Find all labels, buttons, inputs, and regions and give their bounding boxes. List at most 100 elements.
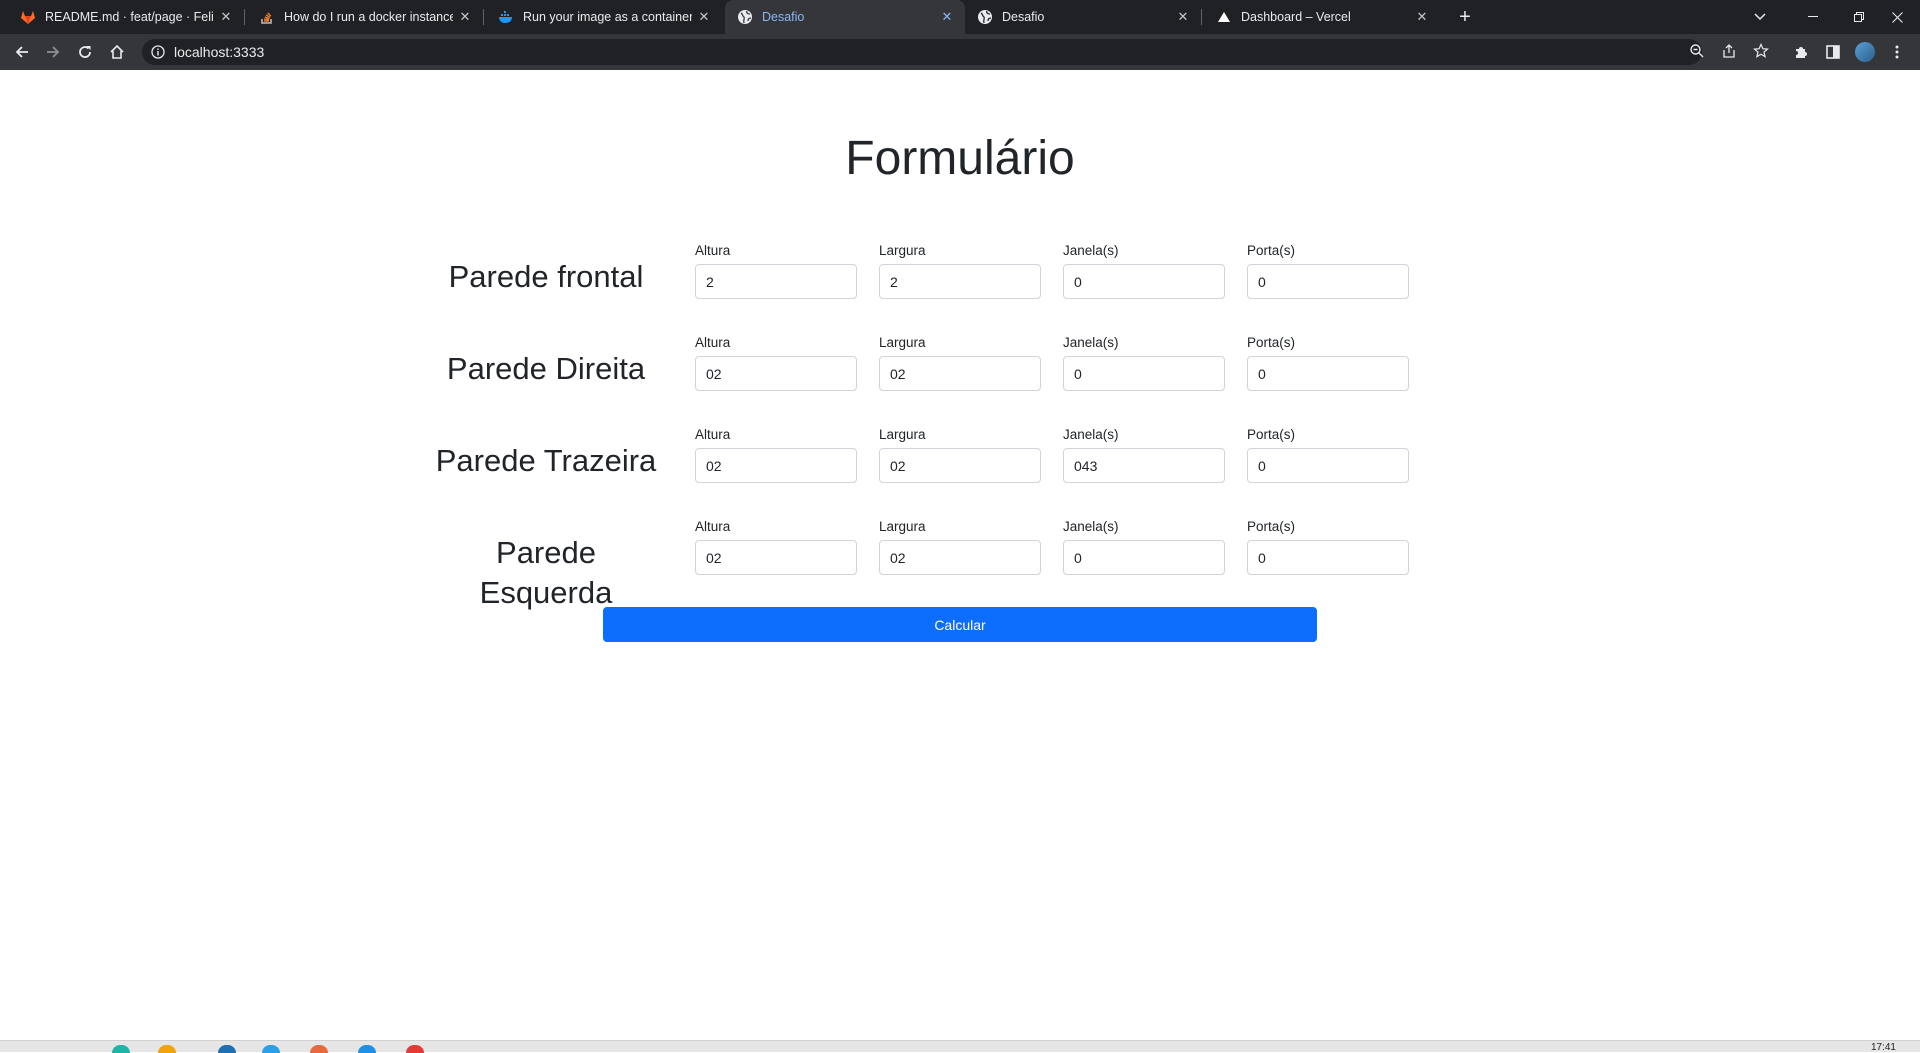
browser-tab[interactable]: README.md · feat/page · Felipe ✕ [8,0,245,34]
field-label: Largura [879,243,926,258]
close-icon[interactable]: ✕ [453,5,477,29]
wall-label-frontal: Parede frontal [448,259,644,294]
wall-label-direita: Parede Direita [446,351,646,386]
janelas-input[interactable] [1063,448,1225,483]
field-label: Porta(s) [1247,335,1296,350]
tab-title: How do I run a docker instance f [284,10,453,24]
address-bar[interactable]: localhost:3333 [142,39,1702,65]
field-label: Janela(s) [1063,427,1119,442]
altura-input[interactable] [695,540,857,575]
field-largura: Largura [879,242,1041,299]
calcular-button[interactable]: Calcular [603,607,1317,642]
field-altura: Altura [695,518,857,575]
browser-tabstrip: README.md · feat/page · Felipe ✕ How do … [0,0,1920,34]
browser-tab-active[interactable]: Desafio ✕ [725,0,965,34]
field-label: Altura [695,519,731,534]
tab-title: Desafio [1002,10,1045,24]
largura-input[interactable] [879,448,1041,483]
tab-title: README.md · feat/page · Felipe [45,10,214,24]
site-info-icon[interactable] [150,44,166,60]
field-label: Janela(s) [1063,519,1119,534]
browser-tab[interactable]: Run your image as a container | D ✕ [486,0,722,34]
field-label: Janela(s) [1063,335,1119,350]
portas-input[interactable] [1247,356,1409,391]
field-label: Largura [879,427,926,442]
new-tab-icon[interactable]: + [1450,0,1480,34]
close-icon[interactable]: ✕ [935,5,959,29]
tab-separator [1201,9,1202,25]
wall-label-trazeira: Parede Trazeira [435,443,657,478]
portas-input[interactable] [1247,264,1409,299]
field-portas: Porta(s) [1247,426,1409,483]
field-largura: Largura [879,426,1041,483]
browser-toolbar: localhost:3333 [0,34,1920,70]
field-janelas: Janela(s) [1063,334,1225,391]
minimize-icon[interactable] [1790,0,1836,34]
share-icon[interactable] [1717,39,1741,63]
taskbar-clock: 17:41 [1870,1042,1896,1053]
largura-input[interactable] [879,540,1041,575]
field-portas: Porta(s) [1247,518,1409,575]
vercel-icon [1216,9,1232,25]
janelas-input[interactable] [1063,264,1225,299]
browser-tab[interactable]: Desafio ✕ [965,0,1202,34]
globe-icon [737,9,753,25]
extensions-puzzle-icon[interactable] [1789,40,1813,64]
janelas-input[interactable] [1063,356,1225,391]
field-label: Porta(s) [1247,519,1296,534]
zoom-icon[interactable] [1685,39,1709,63]
field-altura: Altura [695,426,857,483]
side-panel-icon[interactable] [1821,40,1845,64]
field-largura: Largura [879,334,1041,391]
stackoverflow-icon [259,9,275,25]
browser-tab[interactable]: How do I run a docker instance f ✕ [247,0,484,34]
field-label: Largura [879,335,926,350]
close-window-icon[interactable] [1874,0,1920,34]
portas-input[interactable] [1247,448,1409,483]
close-icon[interactable]: ✕ [1410,5,1434,29]
field-label: Janela(s) [1063,243,1119,258]
altura-input[interactable] [695,264,857,299]
altura-input[interactable] [695,448,857,483]
janelas-input[interactable] [1063,540,1225,575]
field-label: Altura [695,427,731,442]
field-label: Porta(s) [1247,243,1296,258]
field-altura: Altura [695,334,857,391]
tab-title: Dashboard – Vercel [1241,10,1351,24]
tab-separator [244,9,245,25]
avatar [1855,42,1875,62]
wall-label-esquerda: Parede Esquerda [479,535,613,610]
field-label: Altura [695,335,731,350]
field-largura: Largura [879,518,1041,575]
largura-input[interactable] [879,264,1041,299]
profile-avatar[interactable] [1853,40,1877,64]
globe-icon [977,9,993,25]
browser-menu-icon[interactable] [1885,40,1909,64]
portas-input[interactable] [1247,540,1409,575]
field-label: Altura [695,243,731,258]
tab-title: Desafio [762,10,805,24]
forward-arrow-icon[interactable] [39,38,67,66]
field-altura: Altura [695,242,857,299]
os-taskbar: 17:41 [0,1040,1920,1053]
tab-search-chevron-icon[interactable] [1745,0,1775,34]
field-portas: Porta(s) [1247,242,1409,299]
home-icon[interactable] [103,38,131,66]
close-icon[interactable]: ✕ [214,5,238,29]
altura-input[interactable] [695,356,857,391]
browser-tab[interactable]: Dashboard – Vercel ✕ [1204,0,1440,34]
tab-separator [483,9,484,25]
field-janelas: Janela(s) [1063,242,1225,299]
field-janelas: Janela(s) [1063,426,1225,483]
tab-title: Run your image as a container | D [523,10,692,24]
reload-icon[interactable] [71,38,99,66]
close-icon[interactable]: ✕ [692,5,716,29]
bookmark-star-icon[interactable] [1749,39,1773,63]
gitlab-icon [20,9,36,25]
close-icon[interactable]: ✕ [1171,5,1195,29]
largura-input[interactable] [879,356,1041,391]
field-label: Largura [879,519,926,534]
back-arrow-icon[interactable] [8,38,36,66]
url-text: localhost:3333 [174,44,265,60]
page-title: Formulário [845,132,1075,185]
